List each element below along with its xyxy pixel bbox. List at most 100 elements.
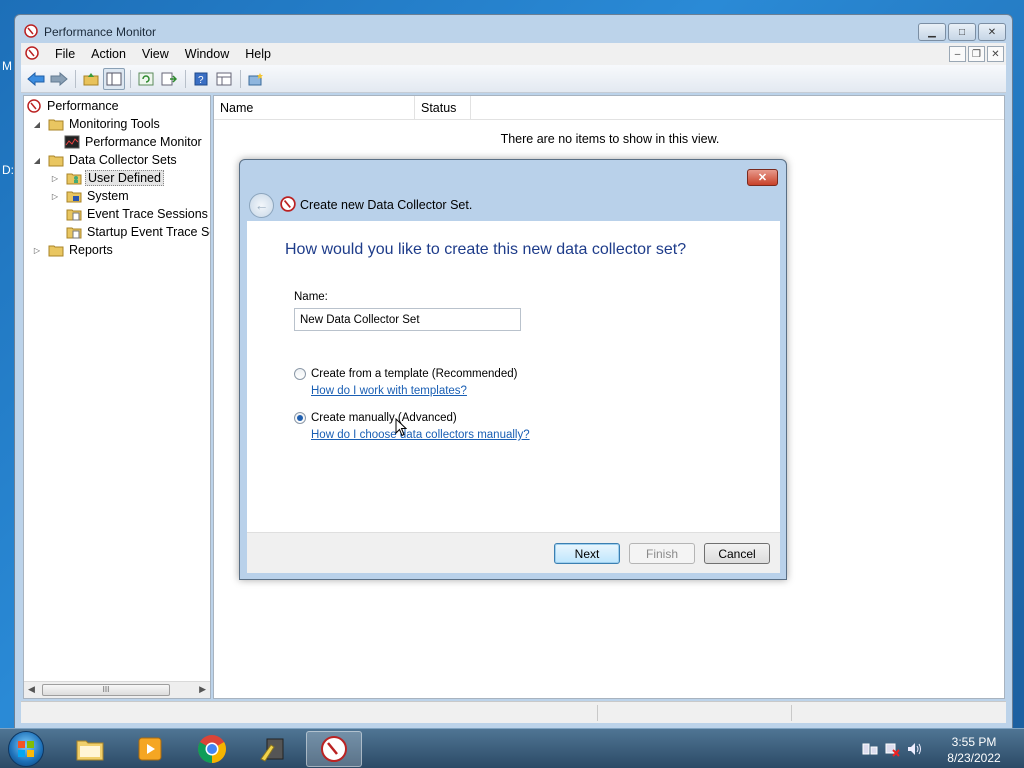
status-bar <box>21 701 1006 723</box>
tree-item-performance[interactable]: Performance <box>26 97 121 115</box>
scroll-right-icon[interactable]: ▶ <box>199 684 206 695</box>
forward-button[interactable] <box>48 68 70 90</box>
list-header: Name Status <box>214 96 1004 120</box>
option-manual-label: Create manually (Advanced) <box>311 412 457 424</box>
option-manual[interactable]: Create manually (Advanced) <box>294 412 457 424</box>
menu-window[interactable]: Window <box>177 43 237 65</box>
tree-item-reports[interactable]: ▷ Reports <box>32 241 115 259</box>
tree-item-startup-event-trace-sessions[interactable]: Startup Event Trace Ses <box>66 223 211 241</box>
manual-help-link[interactable]: How do I choose data collectors manually… <box>311 429 530 441</box>
clock-date: 8/23/2022 <box>947 751 1001 765</box>
empty-list-message: There are no items to show in this view. <box>500 132 720 146</box>
minimize-button[interactable]: ▁ <box>918 23 946 41</box>
taskbar-performance-monitor[interactable] <box>306 731 362 767</box>
tree-item-label: Performance Monitor <box>85 135 202 149</box>
folder-icon <box>48 152 64 168</box>
tree-item-monitoring-tools[interactable]: ◢ Monitoring Tools <box>32 115 162 133</box>
column-header-status[interactable]: Status <box>415 96 471 119</box>
column-header-name[interactable]: Name <box>214 96 415 119</box>
properties-button[interactable] <box>213 68 235 90</box>
back-button[interactable] <box>25 68 47 90</box>
menu-view[interactable]: View <box>134 43 177 65</box>
tree-item-label: Data Collector Sets <box>69 153 177 167</box>
tree-item-label: Startup Event Trace Ses <box>87 225 211 239</box>
menu-help[interactable]: Help <box>237 43 279 65</box>
menu-action[interactable]: Action <box>83 43 134 65</box>
minimize-icon: ▁ <box>928 26 936 38</box>
templates-help-link[interactable]: How do I work with templates? <box>311 385 467 397</box>
media-player-icon <box>138 737 162 761</box>
show-hide-tree-button[interactable] <box>103 67 125 90</box>
dialog-heading: How would you like to create this new da… <box>285 241 687 258</box>
tree-item-data-collector-sets[interactable]: ◢ Data Collector Sets <box>32 151 179 169</box>
next-button[interactable]: Next <box>554 543 620 564</box>
clock-time: 3:55 PM <box>951 735 997 749</box>
volume-icon[interactable] <box>906 741 922 760</box>
expand-arrow-icon[interactable]: ▷ <box>50 192 60 201</box>
export-list-button[interactable] <box>158 68 180 90</box>
maximize-button[interactable]: □ <box>948 23 976 41</box>
console-tree[interactable]: Performance ◢ Monitoring Tools Performan… <box>23 95 211 699</box>
radio-template[interactable] <box>294 368 306 380</box>
perfmon-icon <box>280 195 296 215</box>
perfmon-icon[interactable] <box>25 45 39 63</box>
restore-icon: ❐ <box>972 48 981 60</box>
trace-folder-icon <box>66 224 82 240</box>
menu-bar: File Action View Window Help – ❐ ✕ <box>21 43 1006 65</box>
dialog-body: How would you like to create this new da… <box>247 221 780 532</box>
help-button[interactable]: ? <box>190 68 212 90</box>
close-icon: ✕ <box>991 48 1000 60</box>
properties-icon <box>216 72 232 85</box>
action-center-icon[interactable] <box>862 741 878 760</box>
minimize-icon: – <box>954 48 961 60</box>
close-button[interactable]: ✕ <box>978 23 1006 41</box>
network-icon[interactable] <box>884 741 900 760</box>
window-title: Performance Monitor <box>44 25 157 39</box>
child-close-button[interactable]: ✕ <box>987 46 1004 62</box>
new-window-button[interactable] <box>245 68 267 90</box>
collapse-arrow-icon[interactable]: ◢ <box>32 120 42 129</box>
scroll-left-icon[interactable]: ◀ <box>28 684 35 695</box>
tree-item-user-defined[interactable]: ▷ User Defined <box>50 169 164 187</box>
chart-icon <box>64 134 80 150</box>
taskbar-tools[interactable] <box>246 731 302 767</box>
start-button[interactable] <box>8 731 44 767</box>
tree-item-performance-monitor[interactable]: Performance Monitor <box>64 133 204 151</box>
dialog-footer: Next Finish Cancel <box>247 532 780 573</box>
forward-arrow-icon <box>50 71 68 86</box>
system-clock[interactable]: 3:55 PM 8/23/2022 <box>938 734 1010 766</box>
menu-file[interactable]: File <box>47 43 83 65</box>
child-minimize-button[interactable]: – <box>949 46 966 62</box>
taskbar-media-player[interactable] <box>122 731 178 767</box>
new-window-icon <box>248 72 263 85</box>
close-icon: ✕ <box>987 26 997 38</box>
cancel-button[interactable]: Cancel <box>704 543 770 564</box>
up-folder-button[interactable] <box>80 68 102 90</box>
refresh-button[interactable] <box>135 68 157 90</box>
option-template[interactable]: Create from a template (Recommended) <box>294 368 517 380</box>
expand-arrow-icon[interactable]: ▷ <box>32 246 42 255</box>
taskbar-chrome[interactable] <box>184 731 240 767</box>
collapse-arrow-icon[interactable]: ◢ <box>32 156 42 165</box>
tree-item-label: Monitoring Tools <box>69 117 160 131</box>
tree-item-event-trace-sessions[interactable]: Event Trace Sessions <box>66 205 210 223</box>
expand-arrow-icon[interactable]: ▷ <box>50 174 60 183</box>
taskbar-explorer[interactable] <box>62 731 118 767</box>
dialog-close-button[interactable]: ✕ <box>747 169 778 186</box>
tree-horizontal-scrollbar[interactable]: ◀ III ▶ <box>24 681 210 698</box>
child-restore-button[interactable]: ❐ <box>968 46 985 62</box>
name-input[interactable] <box>294 308 521 331</box>
folder-icon <box>48 242 64 258</box>
user-folder-icon <box>66 170 82 186</box>
system-tray <box>862 741 922 760</box>
scroll-thumb[interactable]: III <box>42 684 170 696</box>
desktop-edge-text: D: <box>2 163 14 177</box>
mouse-cursor-icon <box>395 417 408 440</box>
radio-manual[interactable] <box>294 412 306 424</box>
finish-button[interactable]: Finish <box>629 543 695 564</box>
taskbar: 3:55 PM 8/23/2022 <box>0 728 1024 768</box>
tree-item-system[interactable]: ▷ System <box>50 187 131 205</box>
wizard-back-button[interactable]: ← <box>249 192 274 218</box>
dialog-title: Create new Data Collector Set. <box>300 198 473 212</box>
perfmon-icon <box>24 24 38 41</box>
